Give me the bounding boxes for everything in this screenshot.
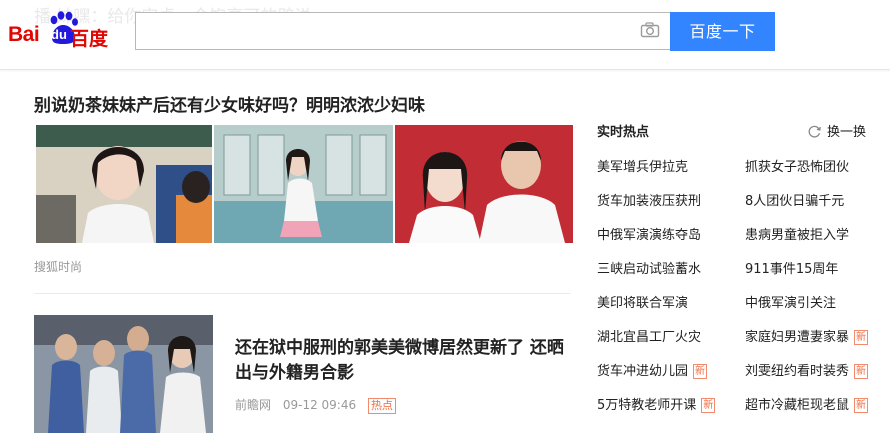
hot-topic-item[interactable]: 8人团伙日骗千元 (745, 190, 844, 209)
hot-topic-item[interactable]: 911事件15周年 (745, 258, 838, 277)
top-bar: 播 妹嘿：给你安卓，全饱享可的辟说 Bai du 百度 百度一下 (0, 0, 890, 70)
hot-topic-label: 5万特教老师开课 (597, 398, 697, 413)
hot-topic-item[interactable]: 超市冷藏柜现老鼠新 (745, 394, 869, 413)
hot-topic-item[interactable]: 美军增兵伊拉克 (597, 156, 688, 175)
hot-topic-item[interactable]: 中俄军演演练夺岛 (597, 224, 701, 243)
hot-topic-item[interactable]: 湖北宜昌工厂火灾 (597, 326, 701, 345)
new-badge: 新 (701, 398, 716, 413)
search-input[interactable] (135, 12, 670, 50)
hot-topic-item[interactable]: 5万特教老师开课新 (597, 394, 716, 413)
refresh-icon (808, 125, 821, 138)
hot-badge: 热点 (367, 398, 396, 414)
new-badge: 新 (854, 364, 869, 379)
hot-topic-label: 8人团伙日骗千元 (745, 194, 845, 209)
hot-topic-label: 抓获女子恐怖团伙 (745, 160, 850, 175)
hot-topic-item[interactable]: 美印将联合军演 (597, 292, 688, 311)
hot-topics-heading: 实时热点 (597, 125, 650, 140)
search-button[interactable]: 百度一下 (670, 12, 775, 51)
hot-topic-item[interactable]: 家庭妇男遭妻家暴新 (745, 326, 869, 345)
hot-topic-label: 中俄军演演练夺岛 (597, 228, 702, 243)
news-article-meta: 前瞻网 09-12 09:46 热点 (235, 396, 404, 414)
news-article-source: 前瞻网 (235, 398, 272, 412)
hot-topic-label: 三峡启动试验蓄水 (597, 262, 702, 277)
hot-topic-label: 家庭妇男遭妻家暴 (745, 330, 850, 345)
hot-topic-item[interactable]: 刘雯纽约看时装秀新 (745, 360, 869, 379)
hot-topic-label: 货车加装液压获刑 (597, 194, 702, 209)
news-photo-classroom[interactable] (36, 125, 212, 243)
news-article-time: 09-12 09:46 (282, 398, 357, 412)
logo-text-bai: Bai (8, 23, 40, 46)
baidu-logo[interactable]: Bai du 百度 (8, 11, 118, 50)
news-photo-corridor[interactable] (214, 125, 393, 243)
camera-icon[interactable] (640, 22, 660, 38)
new-badge: 新 (854, 330, 869, 345)
hot-topic-item[interactable]: 三峡启动试验蓄水 (597, 258, 701, 277)
hot-topic-label: 货车冲进幼儿园 (597, 364, 689, 379)
new-badge: 新 (854, 398, 869, 413)
hot-topic-label: 911事件15周年 (745, 262, 839, 277)
news-article-title[interactable]: 还在狱中服刑的郭美美微博居然更新了 还晒出与外籍男合影 (235, 336, 575, 386)
hot-topic-item[interactable]: 中俄军演引关注 (745, 292, 836, 311)
hot-topic-label: 美军增兵伊拉克 (597, 160, 689, 175)
hot-topic-label: 中俄军演引关注 (745, 296, 837, 311)
hot-topic-label: 患病男童被拒入学 (745, 228, 850, 243)
news-source: 搜狐时尚 (34, 260, 83, 274)
hot-topic-item[interactable]: 货车冲进幼儿园新 (597, 360, 708, 379)
logo-text-du: du (51, 27, 67, 42)
news-divider (34, 293, 571, 294)
logo-text-baidu-chinese: 百度 (70, 28, 109, 50)
hot-topic-item[interactable]: 患病男童被拒入学 (745, 224, 849, 243)
news-photo-court[interactable] (34, 315, 213, 433)
new-badge: 新 (693, 364, 708, 379)
hot-topic-label: 湖北宜昌工厂火灾 (597, 330, 702, 345)
news-headline-link[interactable]: 别说奶茶妹妹产后还有少女味好吗？明明浓浓少妇味 (34, 91, 425, 116)
hot-topic-label: 超市冷藏柜现老鼠 (745, 398, 850, 413)
hot-topic-item[interactable]: 抓获女子恐怖团伙 (745, 156, 849, 175)
refresh-label: 换一换 (827, 125, 867, 140)
news-photo-couple[interactable] (395, 125, 573, 243)
hot-topic-label: 美印将联合军演 (597, 296, 689, 311)
hot-topic-item[interactable]: 货车加装液压获刑 (597, 190, 701, 209)
hot-topic-label: 刘雯纽约看时装秀 (745, 364, 850, 379)
refresh-button[interactable]: 换一换 (807, 121, 866, 140)
